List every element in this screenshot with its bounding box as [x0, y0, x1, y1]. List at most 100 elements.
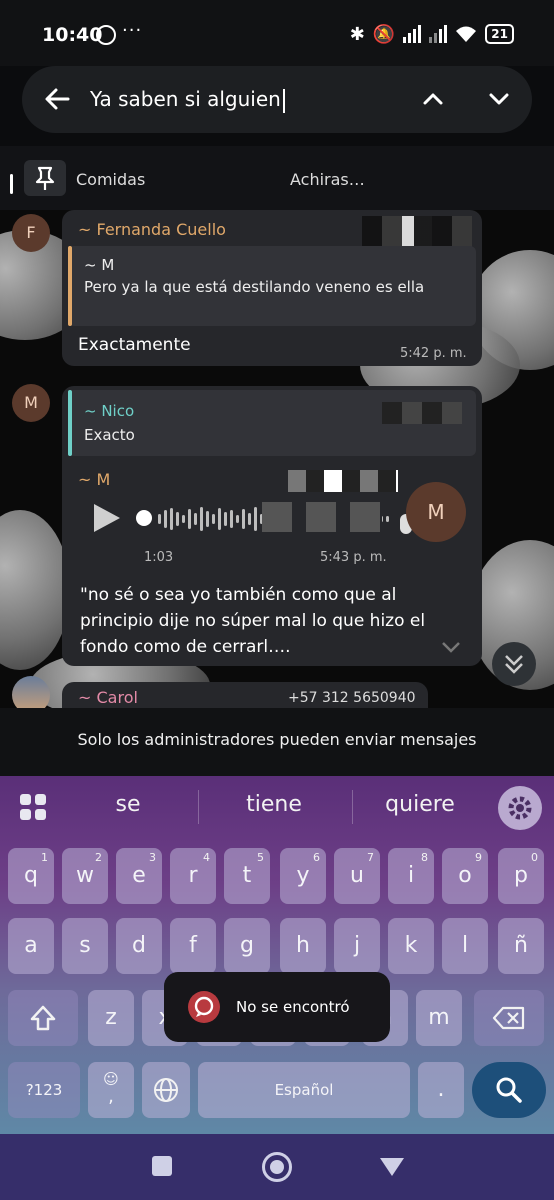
mute-icon: 🔕 [372, 23, 396, 45]
quote-sender: ~ Nico [84, 402, 135, 420]
play-icon[interactable] [94, 504, 120, 532]
emoji-comma-key[interactable]: ☺, [88, 1062, 134, 1118]
key-l[interactable]: l [442, 918, 488, 974]
quote-text: Exacto [84, 426, 135, 444]
toast-text: No se encontró [236, 998, 350, 1016]
signal-icon-2 [429, 25, 448, 43]
search-input[interactable]: Ya saben si alguien [90, 87, 285, 113]
back-triangle-icon[interactable] [380, 1158, 404, 1176]
divider [198, 790, 199, 824]
chevron-down-icon[interactable] [484, 84, 514, 114]
suggestion-2[interactable]: tiene [214, 792, 334, 817]
avatar[interactable] [12, 676, 50, 708]
key-p[interactable]: p0 [498, 848, 544, 904]
suggestion-1[interactable]: se [68, 792, 188, 817]
sender-name: ~ Carol [78, 688, 138, 707]
quoted-message[interactable]: ~ M Pero ya la que está destilando venen… [68, 246, 476, 326]
chevron-down-icon[interactable] [440, 640, 462, 654]
scroll-to-bottom-button[interactable] [492, 642, 536, 686]
chevron-up-icon[interactable] [418, 84, 448, 114]
language-key[interactable] [142, 1062, 190, 1118]
audio-scrubber[interactable] [136, 510, 152, 526]
notice-text: Solo los administradores pueden enviar m… [77, 730, 477, 749]
key-q[interactable]: q1 [8, 848, 54, 904]
message-bubble[interactable]: ~ Nico Exacto ~ M M 1:03 5:43 p. m. "no … [62, 386, 482, 666]
key-m[interactable]: m [416, 990, 462, 1046]
text-cursor [282, 88, 285, 113]
sender-phone: +57 312 5650940 [288, 690, 416, 706]
key-label: q [24, 863, 38, 888]
system-icons: ✱ 🔕 21 [350, 22, 514, 46]
key-o[interactable]: o9 [442, 848, 488, 904]
key-e[interactable]: e3 [116, 848, 162, 904]
key-w[interactable]: w2 [62, 848, 108, 904]
sender-name: ~ M [78, 470, 111, 489]
key-k[interactable]: k [388, 918, 434, 974]
message-text: "no sé o sea yo también como que al prin… [80, 585, 426, 657]
suggestion-3[interactable]: quiere [360, 792, 480, 817]
space-key[interactable]: Español [198, 1062, 410, 1118]
sender-name: ~ Fernanda Cuello [78, 220, 226, 239]
message-bubble[interactable]: ~ Fernanda Cuello ~ M Pero ya la que est… [62, 210, 482, 366]
pinned-indicator [10, 174, 13, 194]
key-z[interactable]: z [88, 990, 134, 1046]
admin-only-notice: Solo los administradores pueden enviar m… [0, 708, 554, 776]
recent-apps-icon[interactable] [152, 1156, 172, 1176]
key-a[interactable]: a [8, 918, 54, 974]
redacted-block [262, 502, 382, 532]
key-label: r [188, 863, 198, 888]
avatar[interactable]: F [12, 214, 50, 252]
shift-key[interactable] [8, 990, 78, 1046]
key-i[interactable]: i8 [388, 848, 434, 904]
toast-notification: No se encontró [164, 972, 390, 1042]
home-icon[interactable] [262, 1152, 292, 1182]
notifications-overflow: ··· [122, 20, 143, 41]
key-hint: 0 [531, 851, 538, 864]
key-label: i [407, 863, 415, 888]
key-label: p [514, 863, 528, 888]
message-bubble[interactable]: ~ Carol +57 312 5650940 [62, 682, 428, 708]
divider [352, 790, 353, 824]
search-icon [496, 1077, 522, 1103]
key-j[interactable]: j [334, 918, 380, 974]
backspace-key[interactable] [474, 990, 544, 1046]
back-arrow-icon[interactable] [40, 82, 74, 116]
key-label: u [350, 863, 364, 888]
comma-label: , [108, 1086, 114, 1107]
key-d[interactable]: d [116, 918, 162, 974]
message-search-bar: Ya saben si alguien [22, 66, 532, 133]
settings-gear-icon[interactable] [498, 786, 542, 830]
key-hint: 2 [95, 851, 102, 864]
quote-bar [68, 390, 72, 456]
key-hint: 8 [421, 851, 428, 864]
key-s[interactable]: s [62, 918, 108, 974]
pinned-message-bar[interactable]: Comidas Achiras… [0, 146, 554, 210]
symbols-key[interactable]: ?123 [8, 1062, 80, 1118]
keyboard: se tiene quiere q1 w2 e3 r4 t5 y6 u7 i8 … [0, 776, 554, 1134]
key-f[interactable]: f [170, 918, 216, 974]
key-n-tilde[interactable]: ñ [498, 918, 544, 974]
double-chevron-down-icon [505, 655, 523, 674]
voice-sender-avatar: M [406, 482, 466, 542]
backspace-icon [492, 1006, 525, 1030]
key-r[interactable]: r4 [170, 848, 216, 904]
quote-bar [68, 246, 72, 326]
system-nav-bar [0, 1134, 554, 1200]
key-t[interactable]: t5 [224, 848, 270, 904]
signal-icon [403, 25, 422, 43]
apps-grid-icon[interactable] [20, 794, 46, 820]
globe-icon [154, 1078, 178, 1102]
key-u[interactable]: u7 [334, 848, 380, 904]
key-g[interactable]: g [224, 918, 270, 974]
wifi-icon [456, 26, 477, 42]
key-h[interactable]: h [280, 918, 326, 974]
status-bar: 10:40 ··· ✱ 🔕 21 [0, 0, 554, 66]
redacted-block [288, 470, 398, 492]
redacted-block [382, 402, 462, 424]
period-key[interactable]: . [418, 1062, 464, 1118]
chat-area[interactable]: F ~ Fernanda Cuello ~ M Pero ya la que e… [0, 210, 554, 708]
key-label: e [132, 863, 146, 888]
avatar[interactable]: M [12, 384, 50, 422]
key-y[interactable]: y6 [280, 848, 326, 904]
search-key[interactable] [472, 1062, 546, 1118]
